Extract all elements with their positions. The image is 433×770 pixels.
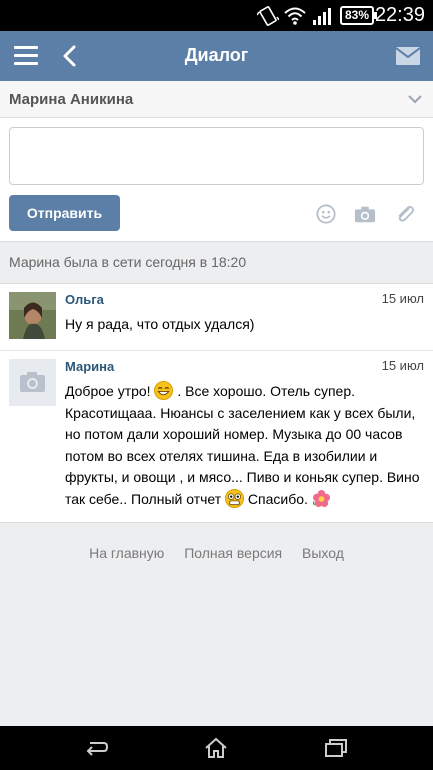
home-link[interactable]: На главную <box>89 545 164 561</box>
message-text-part: Спасибо. <box>244 490 312 507</box>
avatar[interactable] <box>9 359 56 406</box>
message-input[interactable] <box>9 127 424 185</box>
message-text-part: Доброе утро! <box>65 383 155 399</box>
chevron-down-icon[interactable] <box>407 93 423 105</box>
message-author[interactable]: Марина <box>65 359 114 374</box>
compose-area: Отправить <box>0 118 433 242</box>
page-title: Диалог <box>184 45 249 65</box>
battery-icon: 83% <box>340 6 377 25</box>
vibrate-icon <box>257 6 279 26</box>
message-item: Марина 15 июл Доброе утро! . Все хорошо.… <box>0 351 433 522</box>
signal-icon <box>313 8 331 25</box>
message-item: Ольга 15 июл Ну я рада, что отдых удался… <box>0 284 433 351</box>
message-text: Ну я рада, что отдых удался) <box>65 316 255 332</box>
surprised-emoji-icon <box>225 488 245 508</box>
full-version-link[interactable]: Полная версия <box>184 545 282 561</box>
message-date: 15 июл <box>381 291 424 306</box>
flower-emoji-icon <box>312 489 330 507</box>
recent-apps-icon[interactable] <box>324 737 348 759</box>
partner-name: Марина Аникина <box>9 91 134 108</box>
message-author[interactable]: Ольга <box>65 292 104 307</box>
home-nav-icon[interactable] <box>204 737 228 759</box>
message-list: Ольга 15 июл Ну я рада, что отдых удался… <box>0 283 433 523</box>
dialog-partner-bar[interactable]: Марина Аникина <box>0 81 433 118</box>
message-text: Доброе утро! . Все хорошо. Отель супер. … <box>65 381 423 510</box>
last-seen-status: Марина была в сети сегодня в 18:20 <box>9 254 247 270</box>
battery-level: 83% <box>344 8 370 22</box>
clock: 22:39 <box>374 4 425 26</box>
grin-emoji-icon <box>154 381 174 400</box>
camera-icon[interactable] <box>354 204 376 224</box>
app-header: Диалог <box>0 31 433 81</box>
paperclip-icon[interactable] <box>394 204 416 224</box>
send-button[interactable]: Отправить <box>9 195 120 231</box>
avatar[interactable] <box>9 292 56 339</box>
footer-links: На главную Полная версия Выход <box>0 545 433 561</box>
system-nav-bar <box>0 726 433 770</box>
wifi-icon <box>284 7 306 25</box>
logout-link[interactable]: Выход <box>302 545 344 561</box>
message-date: 15 июл <box>381 358 424 373</box>
mail-icon[interactable] <box>395 46 421 66</box>
smile-icon[interactable] <box>315 204 337 224</box>
back-nav-icon[interactable] <box>84 737 108 759</box>
status-bar: 83% 22:39 <box>0 0 433 31</box>
